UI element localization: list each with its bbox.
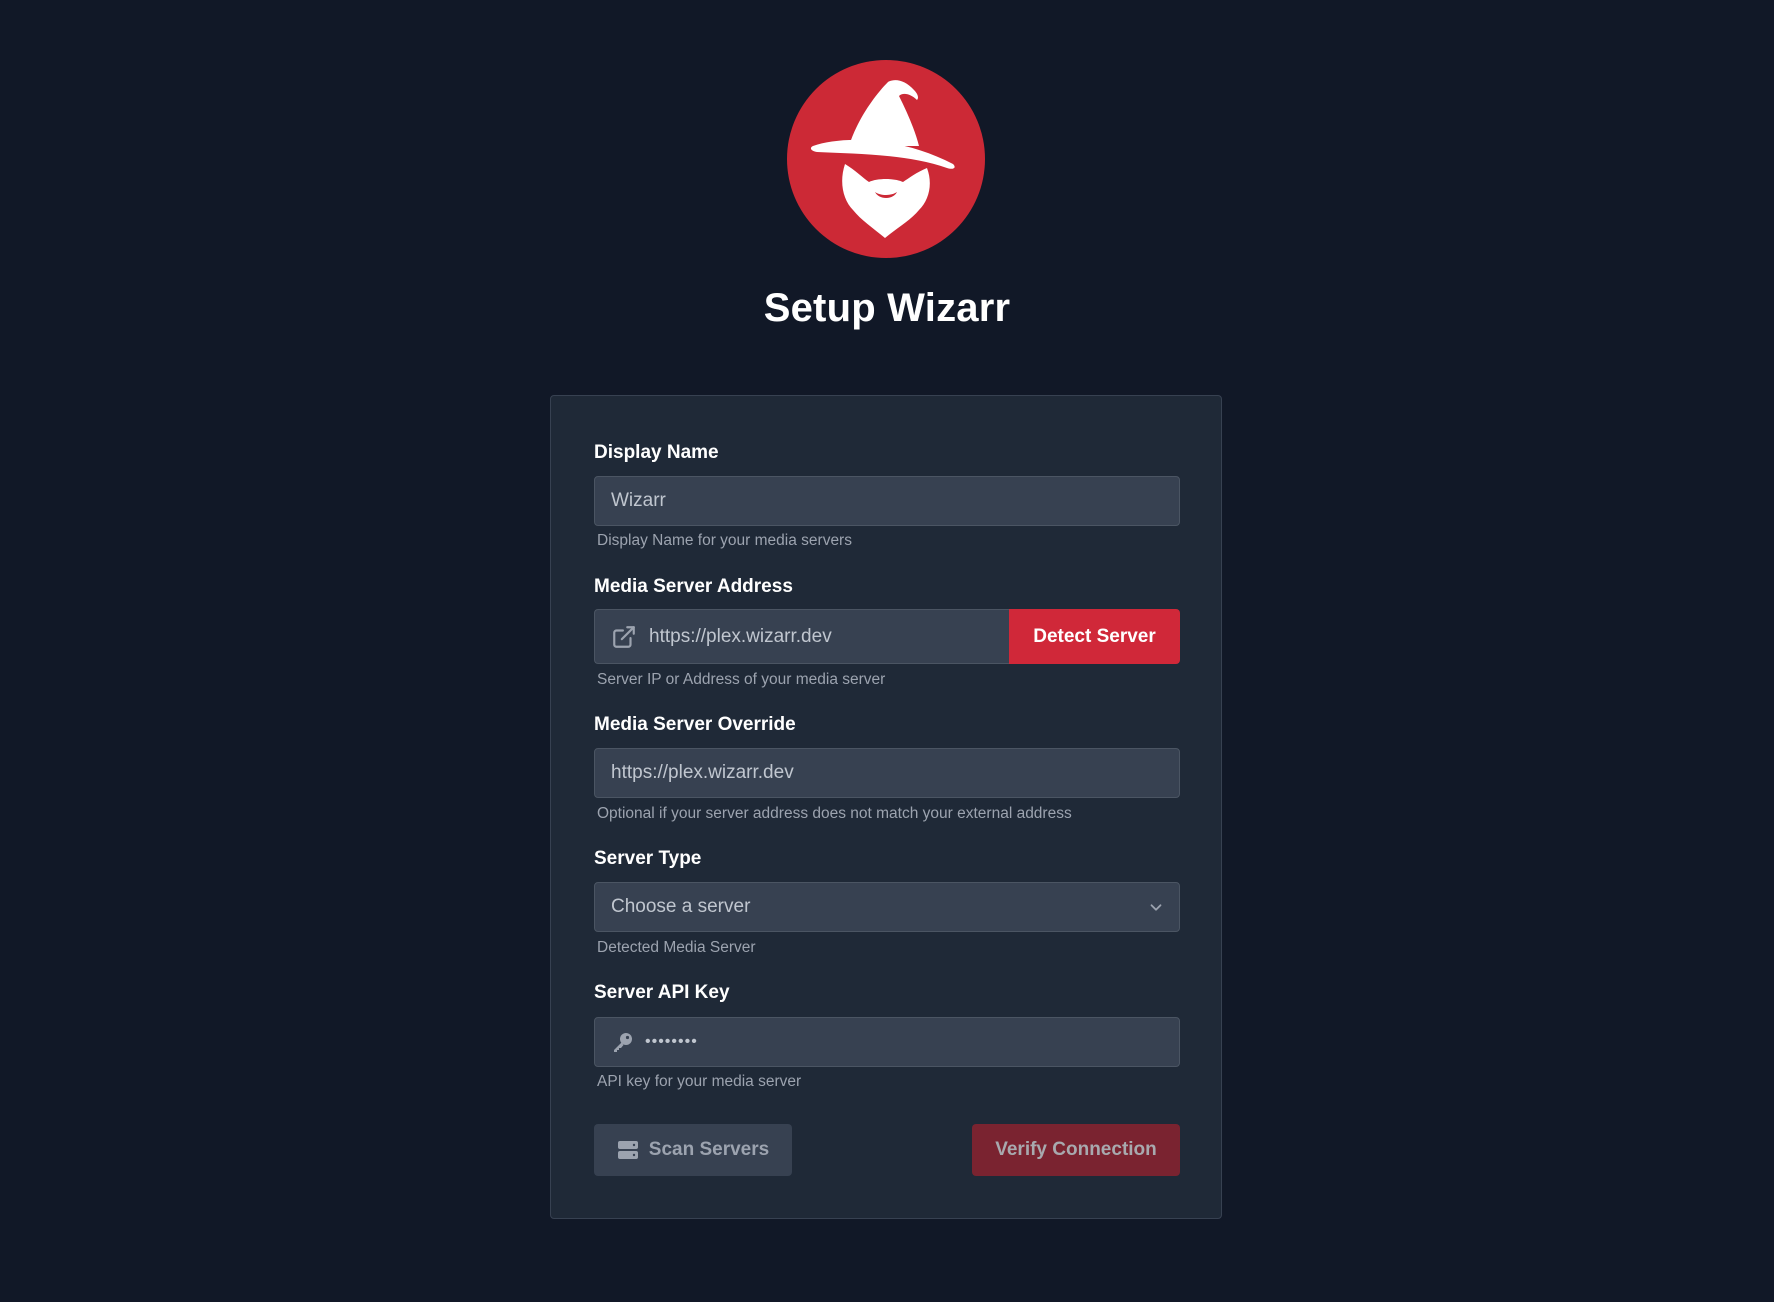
scan-servers-label: Scan Servers	[648, 1139, 770, 1160]
server-type-help: Detected Media Server	[597, 939, 756, 956]
display-name-help: Display Name for your media servers	[597, 532, 852, 549]
page-title: Setup Wizarr	[763, 286, 1011, 330]
api-key-label: Server API Key	[594, 982, 730, 1003]
server-icon	[617, 1139, 639, 1161]
external-link-icon	[611, 624, 637, 650]
server-address-value: https://plex.wizarr.dev	[649, 625, 832, 647]
server-address-help: Server IP or Address of your media serve…	[597, 671, 886, 688]
server-type-label: Server Type	[594, 848, 702, 869]
key-icon	[611, 1030, 635, 1054]
api-key-help: API key for your media server	[597, 1073, 802, 1090]
verify-connection-button[interactable]: Verify Connection	[972, 1124, 1180, 1176]
api-key-value: ••••••••	[645, 1033, 698, 1050]
server-override-input[interactable]: https://plex.wizarr.dev	[594, 748, 1180, 798]
wizard-logo-icon	[787, 60, 985, 258]
display-name-label: Display Name	[594, 442, 719, 463]
server-override-label: Media Server Override	[594, 714, 796, 735]
server-address-input[interactable]: https://plex.wizarr.dev	[594, 609, 1009, 664]
scan-servers-button[interactable]: Scan Servers	[594, 1124, 792, 1176]
api-key-input[interactable]: ••••••••	[594, 1017, 1180, 1067]
server-type-selected: Choose a server	[611, 896, 751, 917]
display-name-value: Wizarr	[611, 490, 666, 511]
server-override-value: https://plex.wizarr.dev	[611, 762, 794, 783]
server-type-select[interactable]: Choose a server	[594, 882, 1180, 932]
setup-form-card: Display Name Wizarr Display Name for you…	[550, 395, 1222, 1219]
chevron-down-icon	[1147, 898, 1165, 916]
server-override-help: Optional if your server address does not…	[597, 805, 1072, 822]
server-address-group: https://plex.wizarr.dev Detect Server	[594, 609, 1180, 664]
display-name-input[interactable]: Wizarr	[594, 476, 1180, 526]
server-address-label: Media Server Address	[594, 576, 793, 597]
detect-server-button[interactable]: Detect Server	[1009, 609, 1180, 664]
